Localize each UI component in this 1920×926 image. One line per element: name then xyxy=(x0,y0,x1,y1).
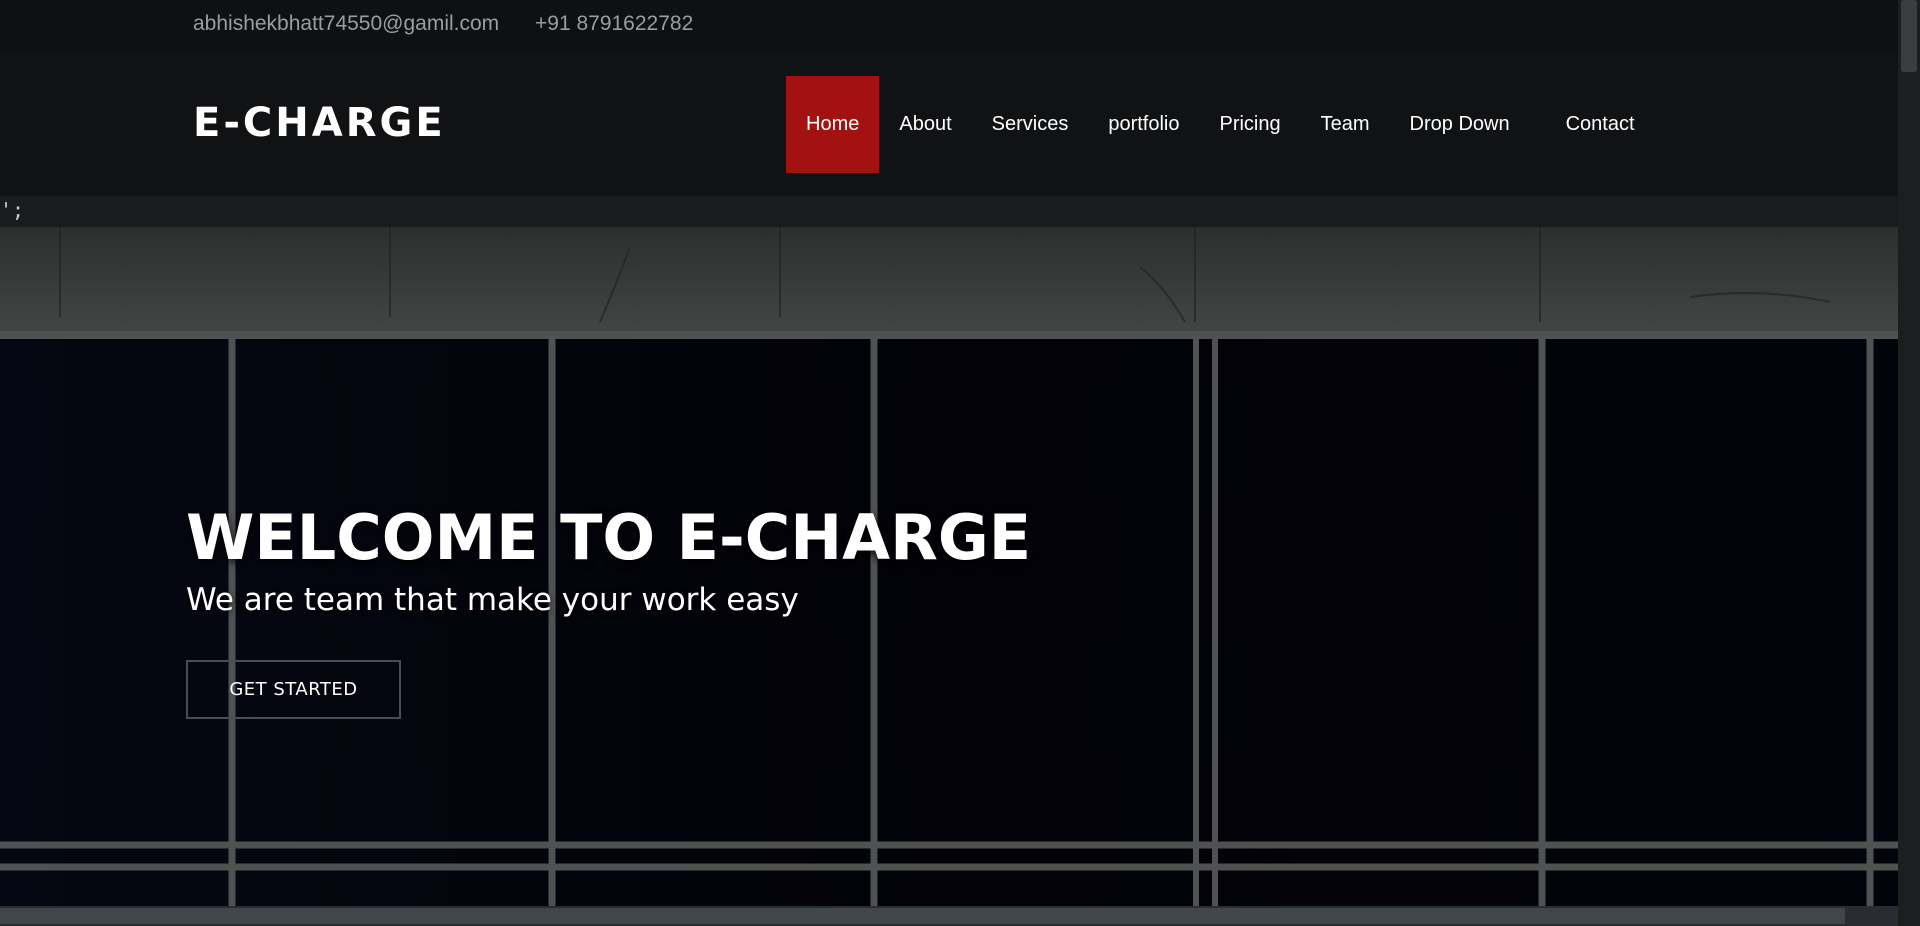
main-nav: Home About Services portfolio Pricing Te… xyxy=(786,76,1655,173)
site-header: E-CHARGE Home About Services portfolio P… xyxy=(0,52,1898,196)
nav-item-pricing[interactable]: Pricing xyxy=(1199,76,1300,173)
nav-item-drop-down[interactable]: Drop Down xyxy=(1390,76,1546,173)
hero-section: WELCOME TO E-CHARGE We are team that mak… xyxy=(0,227,1898,926)
hero-content: WELCOME TO E-CHARGE We are team that mak… xyxy=(186,502,1031,719)
nav-item-portfolio[interactable]: portfolio xyxy=(1088,76,1199,173)
vertical-scrollbar-thumb[interactable] xyxy=(1901,0,1917,72)
page: abhishekbhatt74550@gamil.com +91 8791622… xyxy=(0,0,1920,926)
site-logo[interactable]: E-CHARGE xyxy=(193,100,446,146)
horizontal-scrollbar[interactable] xyxy=(0,906,1898,926)
horizontal-scrollbar-thumb[interactable] xyxy=(0,908,1845,924)
nav-item-services[interactable]: Services xyxy=(972,76,1089,173)
top-contact-bar: abhishekbhatt74550@gamil.com +91 8791622… xyxy=(0,0,1898,52)
nav-item-contact[interactable]: Contact xyxy=(1546,76,1655,173)
vertical-scrollbar[interactable] xyxy=(1898,0,1920,926)
get-started-button[interactable]: GET STARTED xyxy=(186,660,401,719)
nav-item-home[interactable]: Home xyxy=(786,76,880,173)
separator-strip xyxy=(0,196,1898,227)
contact-email[interactable]: abhishekbhatt74550@gamil.com xyxy=(193,12,499,36)
contact-phone[interactable]: +91 8791622782 xyxy=(535,12,693,36)
stray-text: '; xyxy=(0,198,25,222)
hero-title: WELCOME TO E-CHARGE xyxy=(186,501,1032,574)
nav-item-about[interactable]: About xyxy=(879,76,971,173)
hero-subtitle: We are team that make your work easy xyxy=(186,582,799,618)
nav-item-team[interactable]: Team xyxy=(1301,76,1390,173)
